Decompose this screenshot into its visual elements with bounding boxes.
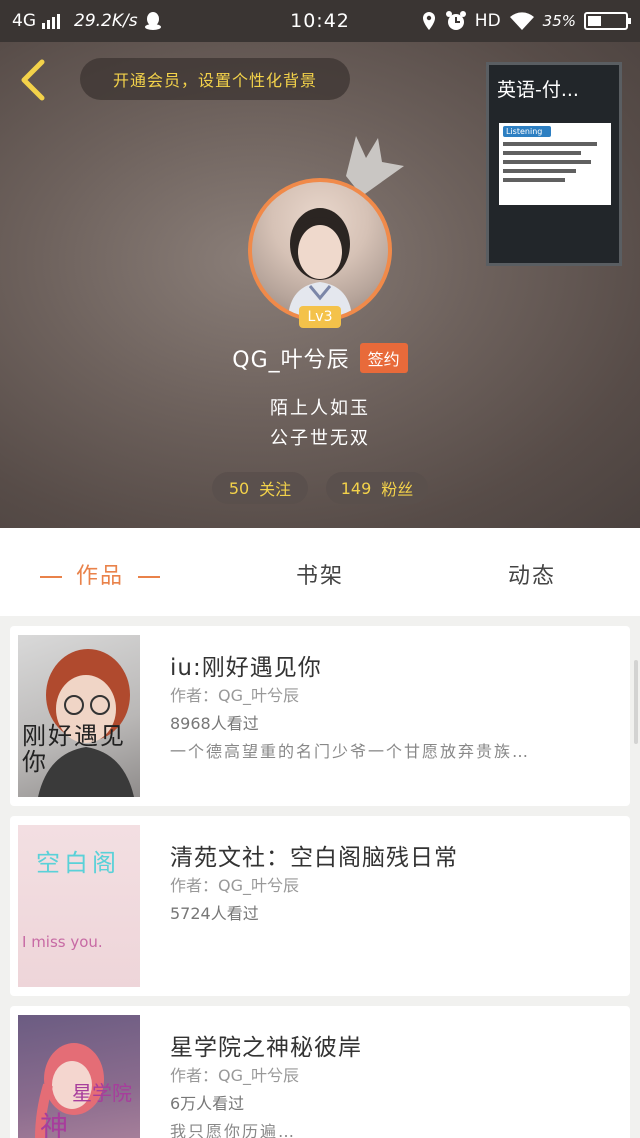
profile-page: 4G 29.2K/s 10:42 HD 35% 开通会员，设置个性化背景 英语-… xyxy=(0,0,640,1138)
battery-percent: 35% xyxy=(542,12,576,30)
book-description: 我只愿你历遍… xyxy=(170,1122,297,1138)
avatar[interactable] xyxy=(248,178,392,322)
book-author: 作者：QG_叶兮辰 xyxy=(170,1066,299,1085)
avatar-photo xyxy=(252,182,388,318)
location-icon xyxy=(422,12,435,30)
book-title: 星学院之神秘彼岸 xyxy=(170,1035,362,1061)
back-button[interactable] xyxy=(16,58,52,102)
book-cover-subtext: I miss you. xyxy=(22,933,103,951)
floating-video-window[interactable]: 英语-付... Listening xyxy=(486,62,622,266)
hd-indicator: HD xyxy=(474,11,501,31)
wifi-icon xyxy=(509,12,534,30)
book-views: 5724人看过 xyxy=(170,904,259,923)
battery-icon xyxy=(584,12,631,30)
fans-label: 粉丝 xyxy=(381,480,414,499)
fans-button[interactable]: 149 粉丝 xyxy=(326,472,428,504)
book-cover-text: 刚好遇见你 xyxy=(22,722,126,776)
tab-works-label: 作品 xyxy=(76,564,125,589)
following-count: 50 xyxy=(228,478,250,498)
book-description: 一个德高望重的名门少爷一个甘愿放弃贵族… xyxy=(170,742,531,761)
following-button[interactable]: 50 关注 xyxy=(212,472,308,504)
book-card[interactable]: 星学院 神 星学院之神秘彼岸 作者：QG_叶兮辰 6万人看过 我只愿你历遍… xyxy=(10,1006,630,1138)
level-badge: Lv3 xyxy=(299,306,341,328)
book-cover-subtext: 神 xyxy=(40,1110,69,1138)
profile-header: 开通会员，设置个性化背景 英语-付... Listening Lv3 QG_叶兮… xyxy=(0,42,640,528)
book-card[interactable]: 刚好遇见你 iu:刚好遇见你 作者：QG_叶兮辰 8968人看过 一个德高望重的… xyxy=(10,626,630,806)
tab-indicator-left xyxy=(40,576,62,578)
book-cover-text: 星学院 xyxy=(72,1081,132,1105)
network-type: 4G xyxy=(12,11,36,31)
book-cover: 星学院 神 xyxy=(18,1015,140,1138)
book-views: 6万人看过 xyxy=(170,1094,245,1113)
floating-window-thumbnail: Listening xyxy=(499,123,611,205)
book-cover: 刚好遇见你 xyxy=(18,635,140,797)
book-title: 清苑文社：空白阁脑残日常 xyxy=(170,845,458,871)
book-cover: 空白阁 I miss you. xyxy=(18,825,140,987)
profile-tabs: 作品 书架 动态 xyxy=(0,528,640,616)
thumbnail-heading: Listening xyxy=(503,126,551,137)
qq-icon xyxy=(144,12,161,30)
book-author: 作者：QG_叶兮辰 xyxy=(170,686,299,705)
chevron-left-icon xyxy=(21,59,45,101)
status-bar: 4G 29.2K/s 10:42 HD 35% xyxy=(0,0,640,42)
book-views: 8968人看过 xyxy=(170,714,259,733)
bio-line-2: 公子世无双 xyxy=(270,428,370,449)
scrollbar[interactable] xyxy=(634,660,638,744)
network-speed: 29.2K/s xyxy=(74,11,138,31)
signed-badge: 签约 xyxy=(359,343,408,373)
book-card[interactable]: 空白阁 I miss you. 清苑文社：空白阁脑残日常 作者：QG_叶兮辰 5… xyxy=(10,816,630,996)
book-title: iu:刚好遇见你 xyxy=(170,655,322,681)
book-author: 作者：QG_叶兮辰 xyxy=(170,876,299,895)
following-label: 关注 xyxy=(259,480,292,499)
signal-icon xyxy=(42,13,60,29)
fans-count: 149 xyxy=(340,478,372,498)
tab-activity[interactable]: 动态 xyxy=(508,558,556,590)
battery-fill xyxy=(588,16,601,26)
tab-indicator-right xyxy=(138,576,161,578)
bio-line-1: 陌上人如玉 xyxy=(270,398,370,419)
alarm-icon xyxy=(445,11,466,30)
floating-window-title: 英语-付... xyxy=(497,79,579,101)
book-cover-text: 空白阁 xyxy=(36,849,120,877)
username: QG_叶兮辰 xyxy=(232,348,350,373)
name-row: QG_叶兮辰 签约 xyxy=(0,342,640,374)
tab-bookshelf[interactable]: 书架 xyxy=(296,558,344,590)
vip-background-banner[interactable]: 开通会员，设置个性化背景 xyxy=(80,58,350,100)
tab-works[interactable]: 作品 xyxy=(26,558,174,590)
